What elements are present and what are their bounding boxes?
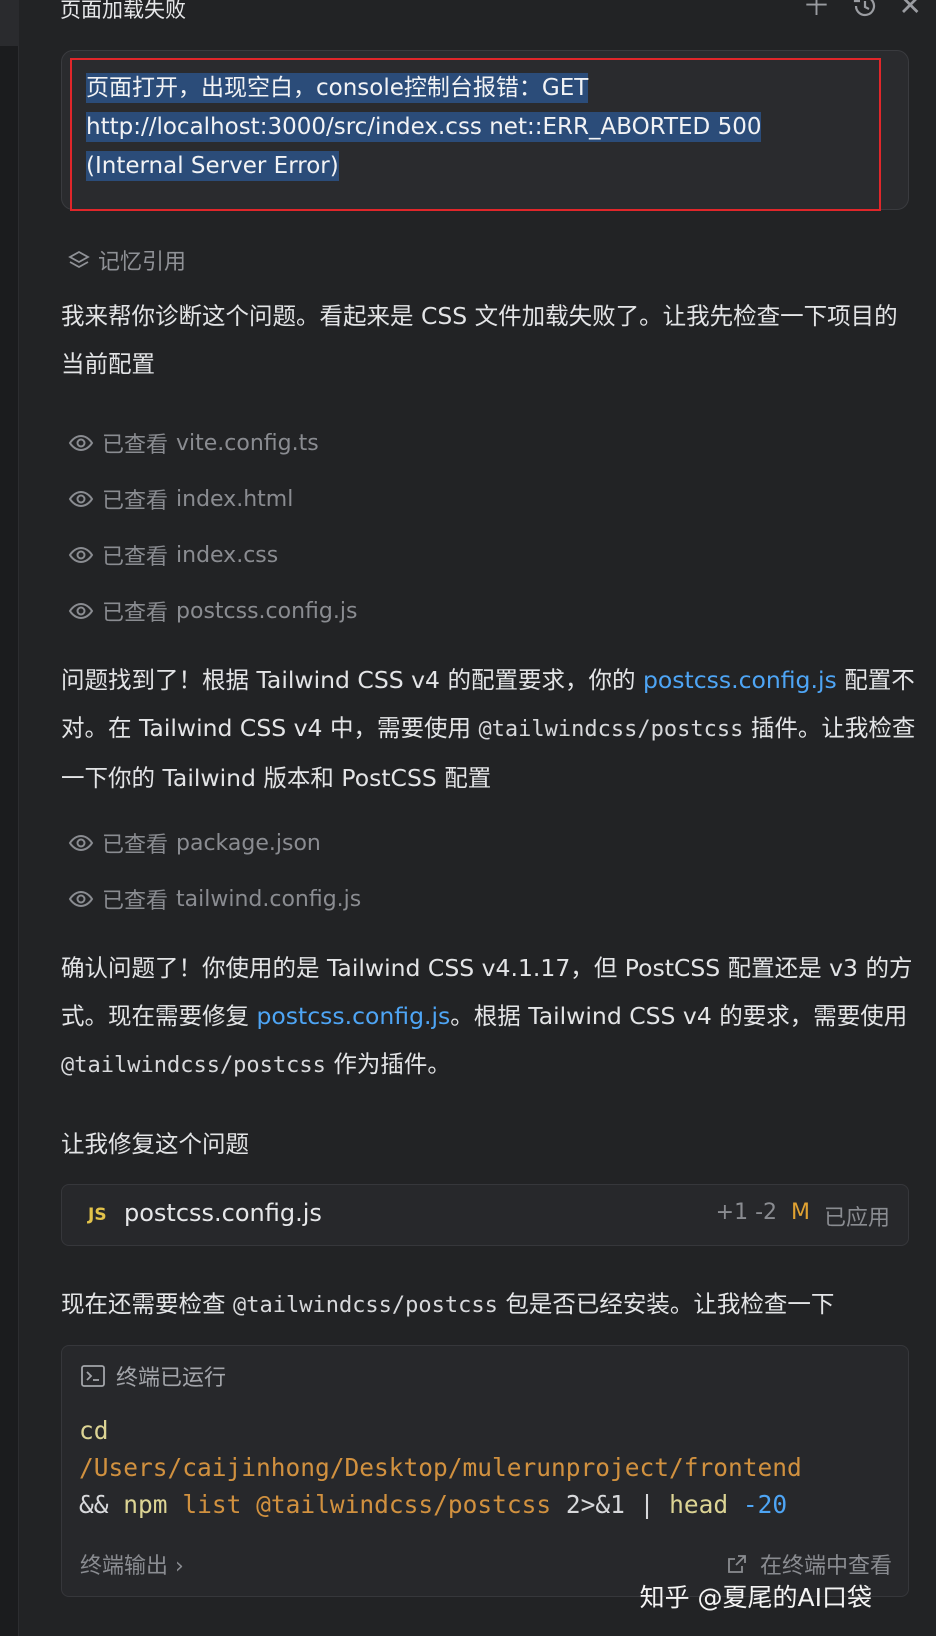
cmd-token: npm <box>123 1490 168 1519</box>
modified-mark: M <box>791 1200 810 1225</box>
cmd-number: -20 <box>742 1490 788 1519</box>
viewed-prefix: 已查看 <box>102 601 169 626</box>
viewed-prefix: 已查看 <box>102 433 169 458</box>
eye-icon <box>68 546 94 564</box>
terminal-output-toggle[interactable]: 终端输出 › <box>80 1548 184 1580</box>
watermark: 知乎 @夏尾的AI口袋 <box>639 1583 872 1612</box>
layers-icon <box>68 250 90 269</box>
viewed-file-name: index.html <box>176 486 294 512</box>
eye-icon <box>68 890 94 908</box>
terminal-command: cd /Users/caijinhong/Desktop/mulerunproj… <box>79 1412 899 1523</box>
eye-icon <box>68 490 94 508</box>
external-link-icon <box>728 1555 746 1573</box>
plus-icon[interactable]: ＋ <box>803 0 831 25</box>
assistant-message: 确认问题了！你使用的是 Tailwind CSS v4.1.17，但 PostC… <box>61 944 917 1090</box>
inline-code: @tailwindcss/postcss <box>61 1053 326 1078</box>
file-link[interactable]: postcss.config.js <box>256 1002 450 1030</box>
inline-code: @tailwindcss/postcss <box>232 1293 498 1318</box>
edited-file-name: postcss.config.js <box>124 1199 322 1227</box>
close-icon[interactable]: ✕ <box>899 0 922 25</box>
view-in-terminal-label: 在终端中查看 <box>759 1554 892 1579</box>
viewed-prefix: 已查看 <box>102 889 169 914</box>
applied-status: 已应用 <box>823 1206 890 1231</box>
message-text: 。根据 Tailwind CSS v4 的要求，需要使用 <box>450 1002 908 1030</box>
eye-icon <box>68 602 94 620</box>
message-text: 问题找到了！根据 Tailwind CSS v4 的配置要求，你的 <box>61 666 643 694</box>
viewed-file-item[interactable]: 已查看 vite.config.ts <box>68 428 319 458</box>
cmd-path: /Users/caijinhong/Desktop/mulerunproject… <box>79 1453 802 1482</box>
message-text: 作为插件。 <box>325 1050 451 1078</box>
viewed-prefix: 已查看 <box>102 545 169 570</box>
viewed-prefix: 已查看 <box>102 489 169 514</box>
diff-count: +1 -2 <box>715 1200 777 1225</box>
viewed-file-name: index.css <box>176 542 279 568</box>
cmd-token: cd <box>79 1416 109 1445</box>
file-change-stats: +1 -2 M 已应用 <box>716 1200 890 1232</box>
js-file-icon: JS <box>88 1205 107 1225</box>
viewed-file-name: vite.config.ts <box>176 430 319 456</box>
viewed-file-item[interactable]: 已查看 index.css <box>68 540 278 570</box>
eye-icon <box>68 834 94 852</box>
file-link[interactable]: postcss.config.js <box>643 666 837 694</box>
assistant-message: 我来帮你诊断这个问题。看起来是 CSS 文件加载失败了。让我先检查一下项目的当前… <box>61 302 898 378</box>
viewed-file-name: package.json <box>176 830 321 856</box>
edited-file-card[interactable]: JS postcss.config.js +1 -2 M 已应用 <box>61 1184 909 1246</box>
query-line: 页面打开，出现空白，console控制台报错：GET <box>86 73 589 103</box>
viewed-file-item[interactable]: 已查看 tailwind.config.js <box>68 884 361 914</box>
viewed-file-item[interactable]: 已查看 postcss.config.js <box>68 596 357 626</box>
memory-reference[interactable]: 记忆引用 <box>68 244 186 276</box>
viewed-file-name: tailwind.config.js <box>176 886 362 912</box>
header-actions: ＋ ✕ <box>803 0 922 25</box>
assistant-message: 现在还需要检查 @tailwindcss/postcss 包是否已经安装。让我检… <box>61 1280 917 1330</box>
viewed-file-item[interactable]: 已查看 package.json <box>68 828 321 858</box>
left-side-strip <box>0 0 19 1636</box>
user-query-text: 页面打开，出现空白，console控制台报错：GET http://localh… <box>86 69 866 186</box>
cmd-token: 2>&1 | <box>565 1490 655 1519</box>
viewed-file-name: postcss.config.js <box>176 598 358 624</box>
chat-header: 页面加载失败 ＋ ✕ <box>60 0 936 26</box>
cmd-token: head <box>669 1490 729 1519</box>
assistant-message: 问题找到了！根据 Tailwind CSS v4 的配置要求，你的 postcs… <box>61 656 917 802</box>
user-query-box[interactable]: 页面打开，出现空白，console控制台报错：GET http://localh… <box>61 50 909 211</box>
cmd-args: list @tailwindcss/postcss <box>182 1490 552 1519</box>
query-line: http://localhost:3000/src/index.css net:… <box>86 112 762 142</box>
viewed-file-item[interactable]: 已查看 index.html <box>68 484 293 514</box>
history-icon[interactable] <box>851 0 879 25</box>
terminal-header: 终端已运行 <box>80 1360 226 1392</box>
inline-code: @tailwindcss/postcss <box>478 717 744 742</box>
memory-label: 记忆引用 <box>98 250 187 275</box>
terminal-block: 终端已运行 cd /Users/caijinhong/Desktop/muler… <box>61 1345 909 1597</box>
cmd-token: && <box>79 1490 109 1519</box>
eye-icon <box>68 434 94 452</box>
assistant-message: 让我修复这个问题 <box>61 1130 249 1158</box>
view-in-terminal-button[interactable]: 在终端中查看 <box>726 1548 892 1580</box>
terminal-icon <box>81 1365 105 1387</box>
message-text: 现在还需要检查 <box>61 1290 233 1318</box>
message-text: 包是否已经安装。让我检查一下 <box>497 1290 835 1318</box>
left-strip-tab[interactable] <box>0 0 19 46</box>
terminal-title: 终端已运行 <box>116 1366 227 1391</box>
viewed-prefix: 已查看 <box>102 833 169 858</box>
query-line: (Internal Server Error) <box>86 151 339 181</box>
chat-title: 页面加载失败 <box>60 0 186 22</box>
